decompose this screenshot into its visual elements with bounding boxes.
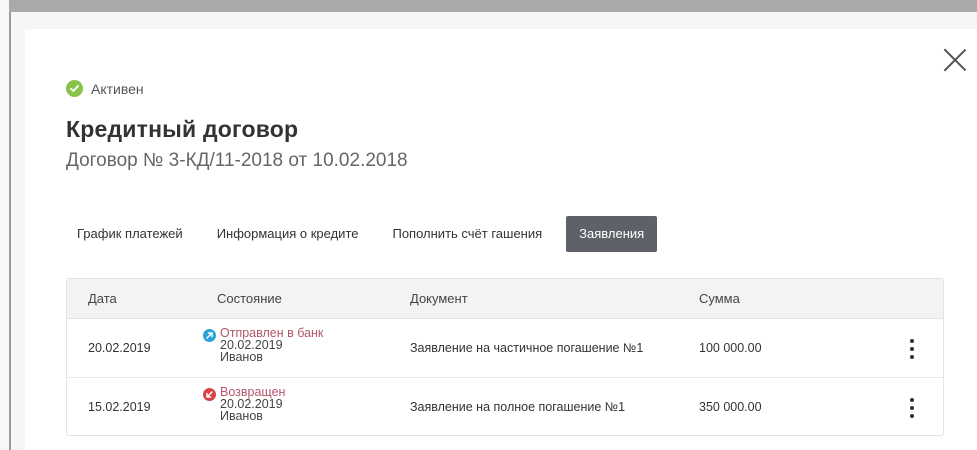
row-sum: 350 000.00 <box>699 400 762 414</box>
row-sum: 100 000.00 <box>699 341 762 355</box>
row-menu-icon[interactable] <box>907 398 917 418</box>
window-edge <box>0 0 9 450</box>
close-icon[interactable] <box>942 47 968 73</box>
tab-bar: График платежей Информация о кредите Поп… <box>66 215 658 253</box>
contract-subtitle: Договор № 3-КД/11-2018 от 10.02.2018 <box>66 150 408 171</box>
row-menu-icon[interactable] <box>907 339 917 359</box>
sent-arrow-icon <box>203 329 216 342</box>
tab-payment-schedule[interactable]: График платежей <box>66 216 194 252</box>
applications-table: Дата Состояние Документ Сумма 20.02.2019… <box>66 278 944 436</box>
header-state[interactable]: Состояние <box>217 279 282 318</box>
header-date[interactable]: Дата <box>88 279 117 318</box>
returned-arrow-icon <box>203 388 216 401</box>
row-date: 15.02.2019 <box>88 400 151 414</box>
state-person: Иванов <box>220 350 263 364</box>
check-circle-icon <box>66 80 83 97</box>
row-state: Возвращен 20.02.2019 Иванов <box>203 386 285 422</box>
row-date: 20.02.2019 <box>88 341 151 355</box>
state-person: Иванов <box>220 409 263 423</box>
header-document[interactable]: Документ <box>410 279 468 318</box>
table-row[interactable]: 15.02.2019 Возвращен 20.02.2019 Иванов З… <box>67 378 943 436</box>
tab-top-up-account[interactable]: Пополнить счёт гашения <box>381 216 553 252</box>
row-state: Отправлен в банк 20.02.2019 Иванов <box>203 327 323 363</box>
header-sum[interactable]: Сумма <box>699 279 740 318</box>
tab-applications[interactable]: Заявления <box>566 216 658 252</box>
status-label: Активен <box>91 80 144 97</box>
status-indicator: Активен <box>66 80 144 97</box>
row-document[interactable]: Заявление на полное погашение №1 <box>410 400 625 414</box>
row-document[interactable]: Заявление на частичное погашение №1 <box>410 341 643 355</box>
table-header: Дата Состояние Документ Сумма <box>67 279 943 319</box>
page-title: Кредитный договор <box>66 116 299 142</box>
tab-credit-info[interactable]: Информация о кредите <box>206 216 370 252</box>
table-row[interactable]: 20.02.2019 Отправлен в банк 20.02.2019 И… <box>67 319 943 378</box>
